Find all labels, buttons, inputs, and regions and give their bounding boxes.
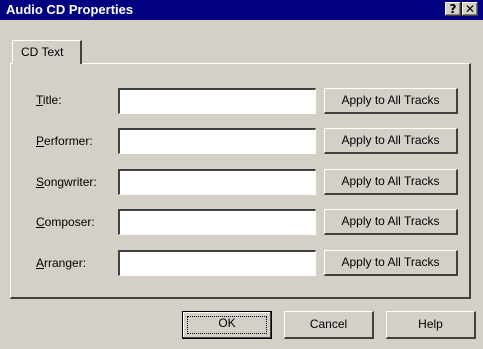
close-icon[interactable]: ✕ bbox=[462, 2, 478, 16]
cancel-button[interactable]: Cancel bbox=[284, 311, 374, 339]
ok-button[interactable]: OK bbox=[182, 311, 272, 339]
tab-cd-text[interactable]: CD Text bbox=[12, 40, 82, 64]
cd-text-panel bbox=[10, 63, 471, 299]
help-icon[interactable]: ? bbox=[445, 2, 461, 16]
window-title: Audio CD Properties bbox=[6, 2, 134, 17]
help-button[interactable]: Help bbox=[386, 311, 476, 339]
audio-cd-properties-dialog: Audio CD Properties ? ✕ CD Text Title: A… bbox=[0, 0, 483, 349]
tab-label: CD Text bbox=[21, 45, 64, 59]
title-bar[interactable]: Audio CD Properties ? ✕ bbox=[0, 0, 483, 20]
ok-button-label: OK bbox=[218, 316, 236, 330]
